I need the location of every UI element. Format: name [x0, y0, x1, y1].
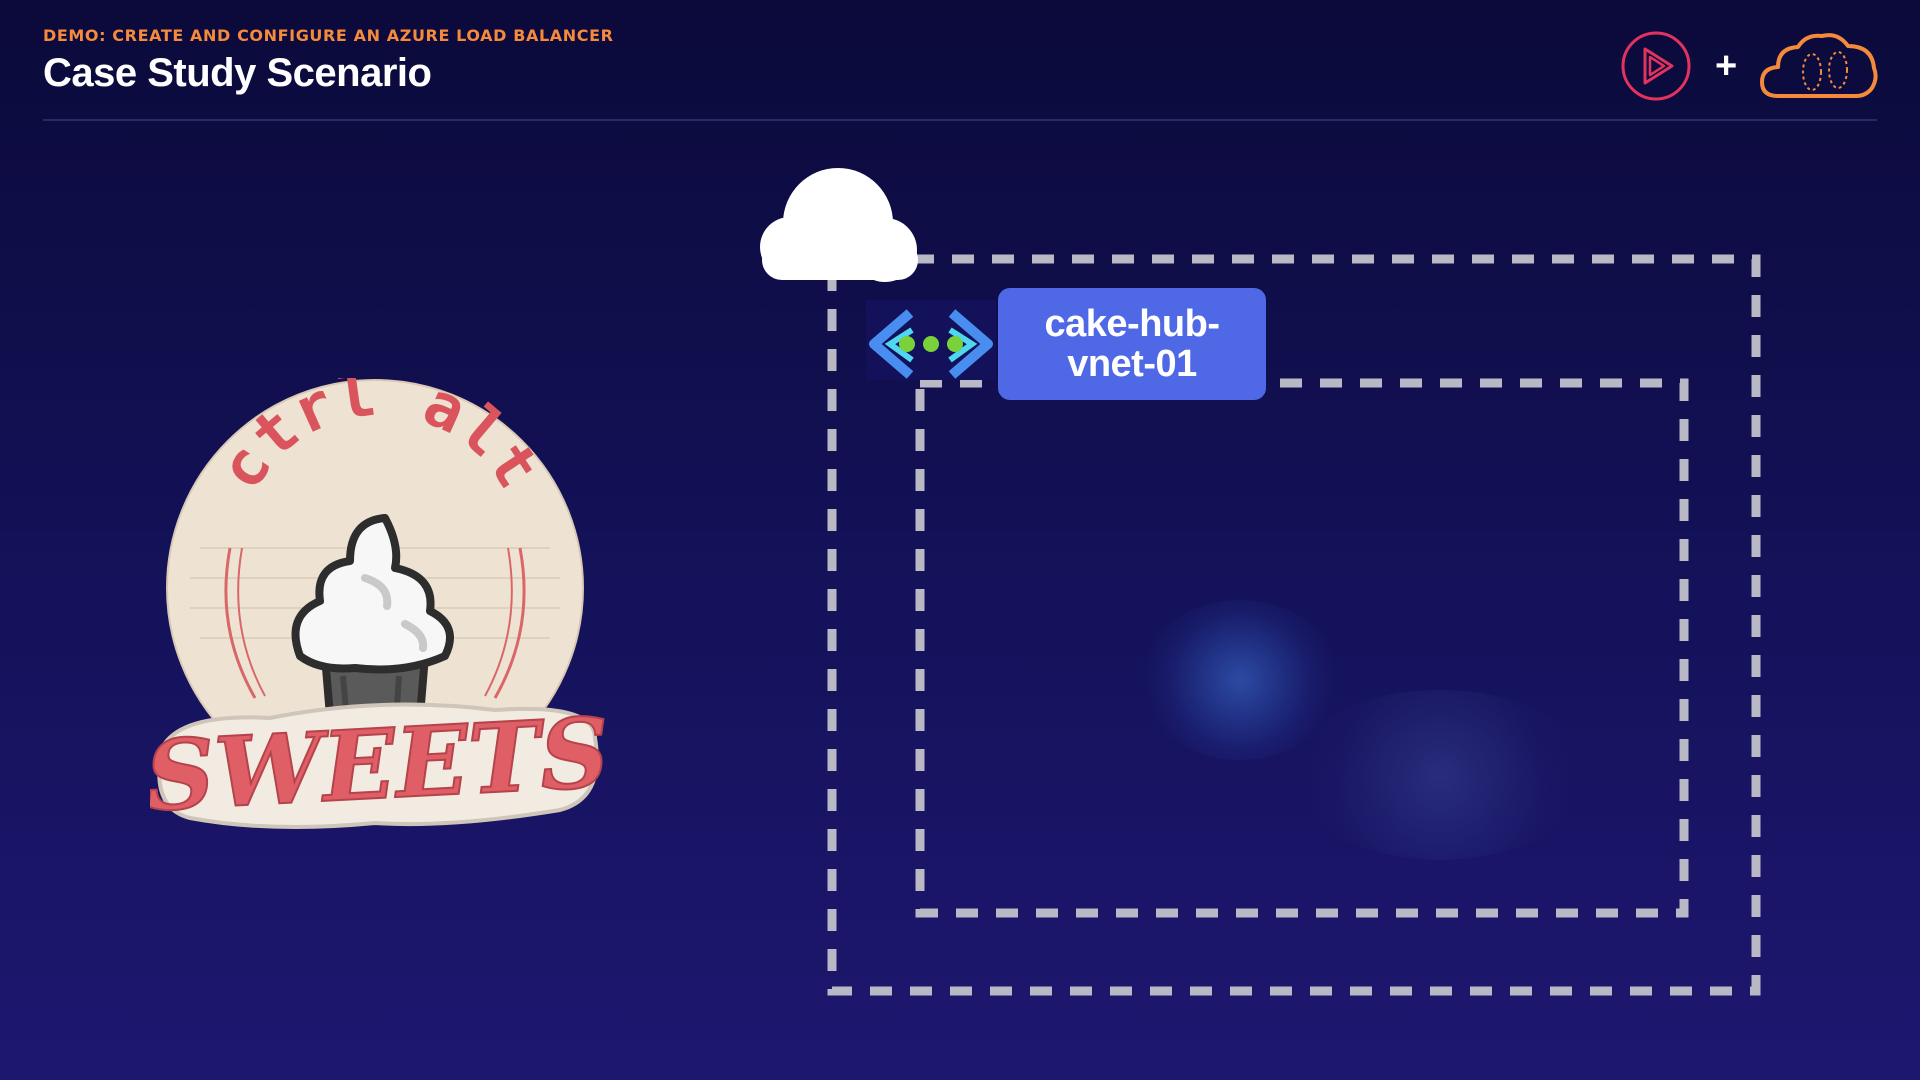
network-diagram [760, 168, 1761, 996]
blurred-resource [1290, 690, 1590, 860]
internet-cloud-icon [760, 168, 918, 282]
vnet-label: cake-hub- vnet-01 [998, 288, 1266, 400]
